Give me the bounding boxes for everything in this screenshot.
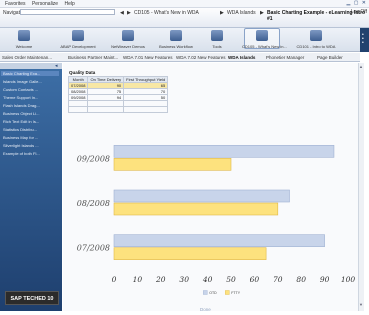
sidebar-item-basic-charting[interactable]: Basic Charting Exa... [1, 71, 59, 76]
tab-phonetier-manager[interactable]: Phonetier Manager [266, 55, 304, 60]
detailed-navigation [0, 63, 62, 311]
tab-wda-702[interactable]: WDA 7.02 New Features [176, 55, 226, 60]
category-label: 07/2008 [77, 244, 110, 253]
nav-back-icon[interactable]: ◀ [120, 10, 124, 16]
bar-otd-08-2008 [113, 189, 290, 203]
tab-sales-order[interactable]: Sales Order Maintenan... [2, 55, 52, 60]
demo-icon [122, 30, 134, 41]
table-cell[interactable]: 09/2008 [67, 94, 89, 101]
table-cell[interactable] [123, 106, 169, 113]
quality-data-table: Month On Time Delivery First Throughput … [67, 76, 169, 113]
x-tick-label: 90 [320, 275, 330, 284]
legend-label: FTTY [231, 291, 240, 295]
bar-ftty-08-2008 [113, 202, 279, 216]
x-tick-label: 0 [112, 275, 117, 284]
bar-ftty-09-2008 [113, 158, 232, 171]
x-tick-label: 20 [155, 275, 166, 284]
logoff-link[interactable]: Log Off [351, 9, 367, 15]
window-controls[interactable]: ▁ ▢ ✕ [346, 0, 367, 8]
bar-otd-09-2008 [113, 145, 335, 158]
breadcrumb-separator-icon: ▶ [260, 10, 264, 16]
tool-cd101[interactable]: CD101 - Intro to WDA [296, 30, 336, 49]
menu-personalize[interactable]: Personalize [32, 1, 58, 7]
sidebar-item-theme-support[interactable]: Theme Support In... [3, 95, 38, 100]
menu-help[interactable]: Help [64, 1, 74, 7]
course-icon [310, 30, 322, 41]
x-tick-label: 40 [202, 275, 213, 284]
tools-icon [211, 30, 223, 41]
tool-welcome[interactable]: Welcome [4, 30, 44, 49]
status-text: Done [200, 307, 211, 312]
table-title: Quality Data [69, 70, 96, 75]
workflow-icon [170, 30, 182, 41]
category-label: 08/2008 [77, 199, 110, 208]
sidebar-item-image-gallery[interactable]: Islands Image Galle... [3, 79, 42, 84]
panel-dots-icon: • • • [362, 32, 364, 46]
sap-teched-logo: SAP TECHED 10 [5, 291, 59, 305]
nav-forward-icon[interactable]: ▶ [127, 10, 131, 16]
bar-otd-07-2008 [113, 234, 325, 247]
category-label: 09/2008 [77, 154, 110, 163]
tool-business-workflow[interactable]: Business Workflow [156, 30, 196, 49]
code-icon [72, 30, 84, 41]
table-cell[interactable]: 07/2008 [67, 82, 89, 89]
table-cell[interactable]: 08/2008 [67, 88, 89, 95]
column-header[interactable]: First Throughput Yield [123, 76, 169, 83]
bar-ftty-07-2008 [113, 247, 267, 260]
sidebar-item-example-both[interactable]: Example of both Fl... [3, 151, 40, 156]
tool-abap-development[interactable]: ABAP Development [58, 30, 98, 49]
legend-swatch [203, 290, 208, 295]
scroll-down-icon[interactable]: ▼ [359, 302, 363, 307]
tab-page-builder[interactable]: Page Builder [317, 55, 343, 60]
x-tick-label: 60 [250, 275, 260, 284]
column-header[interactable]: On Time Delivery [87, 76, 125, 83]
table-cell[interactable] [67, 106, 89, 113]
table-row[interactable] [67, 106, 169, 113]
navigate-input[interactable] [20, 9, 115, 15]
tool-netweaver-demos[interactable]: NetWeaver Demos [108, 30, 148, 49]
tool-tools[interactable]: Tools [197, 30, 237, 49]
x-tick-label: 30 [179, 275, 189, 284]
tool-cd105[interactable]: CD105 - What's New in... [242, 28, 287, 49]
x-tick-label: 70 [273, 275, 283, 284]
home-icon [18, 30, 30, 41]
scroll-up-icon[interactable]: ▲ [359, 64, 363, 69]
quality-chart: 09/2008 08/2008 07/2008 0 10 20 30 40 50 60 70 80 90… [77, 145, 356, 295]
breadcrumb-separator-icon: ▶ [220, 10, 224, 16]
legend-swatch [225, 290, 230, 295]
menu-bar: Favorites Personalize Help [0, 0, 369, 8]
breadcrumb-islands[interactable]: WDA Islands [227, 10, 256, 16]
tab-wda-701[interactable]: WDA 7.01 New Features [123, 55, 173, 60]
legend-label: OTD [209, 291, 217, 295]
course-icon [256, 30, 268, 41]
x-tick-label: 100 [341, 275, 356, 284]
vertical-scrollbar[interactable] [358, 63, 364, 311]
sidebar-item-business-map[interactable]: Business Map for ... [3, 135, 38, 140]
table-cell[interactable] [87, 106, 125, 113]
collapse-icon[interactable]: ◂ [55, 63, 58, 69]
sidebar-item-rich-text[interactable]: Rich Text Edit in Is... [3, 119, 39, 124]
sidebar-item-statistics[interactable]: Statistics Distribu... [3, 127, 37, 132]
tab-wda-islands[interactable]: WDA Islands [228, 55, 255, 60]
sidebar-header [0, 63, 62, 69]
x-tick-label: 10 [133, 275, 143, 284]
menu-favorites[interactable]: Favorites [5, 1, 26, 7]
x-tick-label: 80 [296, 275, 306, 284]
x-tick-label: 50 [226, 275, 236, 284]
sidebar-item-silverlight[interactable]: Silverlight Islands ... [3, 143, 39, 148]
sidebar-item-custom-contacts[interactable]: Custom Contacts ... [3, 87, 38, 92]
sidebar-item-business-object[interactable]: Business Object Li... [3, 111, 39, 116]
tab-business-partner[interactable]: Business Partner Maint... [68, 55, 118, 60]
breadcrumb-course[interactable]: CD105 - What's New in WDA [134, 10, 199, 16]
table-header-row: Month On Time Delivery First Throughput … [67, 76, 169, 83]
sidebar-item-flash-drag[interactable]: Flash Islands Drag... [3, 103, 40, 108]
